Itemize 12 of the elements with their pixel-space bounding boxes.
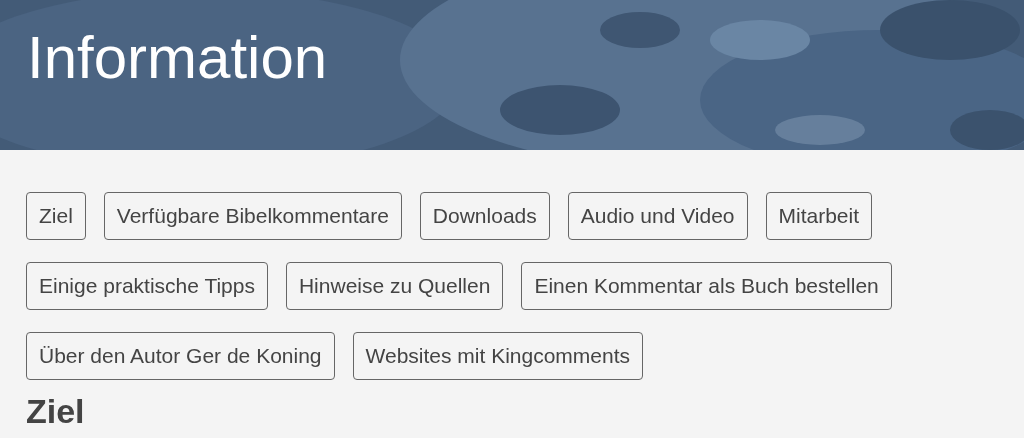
nav-link-button[interactable]: Einige praktische Tipps: [26, 262, 268, 310]
nav-link-button[interactable]: Verfügbare Bibelkommentare: [103, 192, 402, 240]
nav-link-button[interactable]: Hinweise zu Quellen: [285, 262, 504, 310]
nav-link-button[interactable]: Mitarbeit: [765, 192, 873, 240]
page-title: Information: [26, 23, 328, 93]
nav-link-button[interactable]: Ziel: [26, 192, 86, 240]
nav-link-button[interactable]: Downloads: [419, 192, 550, 240]
section-heading: Ziel: [26, 394, 85, 428]
nav-link-button[interactable]: Einen Kommentar als Buch bestellen: [521, 262, 892, 310]
nav-link-button[interactable]: Über den Autor Ger de Koning: [26, 332, 335, 380]
nav-link-button[interactable]: Audio und Video: [567, 192, 748, 240]
nav-link-button[interactable]: Websites mit Kingcomments: [352, 332, 644, 380]
